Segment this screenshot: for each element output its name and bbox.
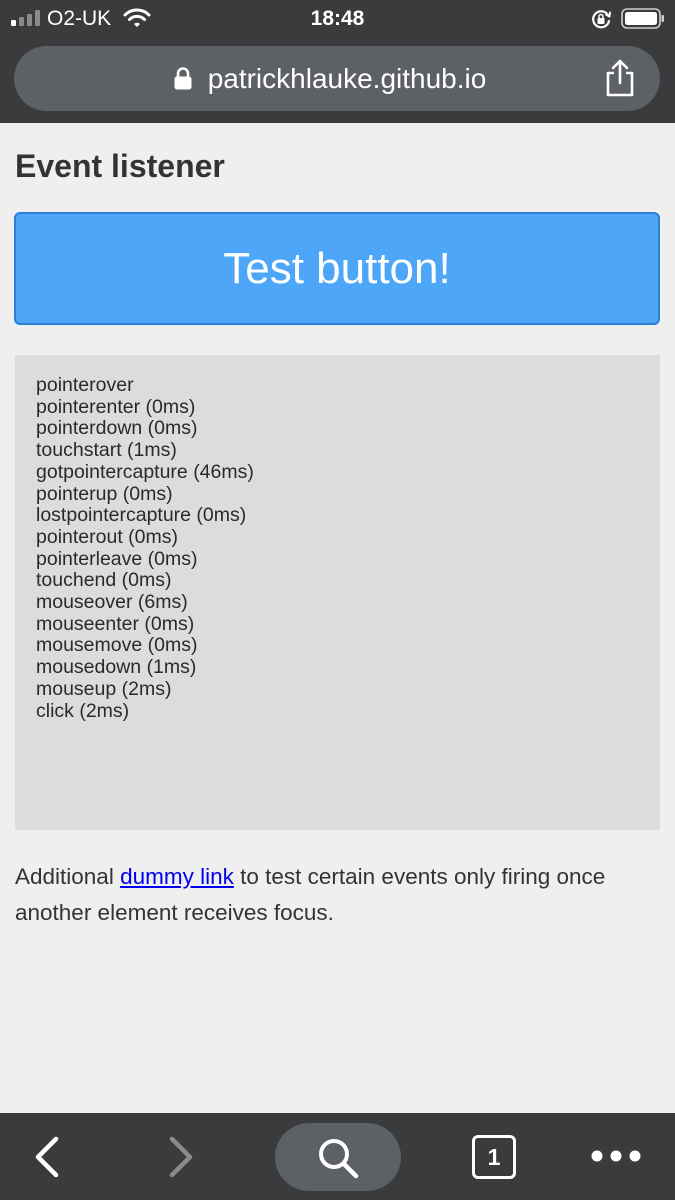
page-title: Event listener — [15, 148, 225, 184]
status-time: 18:48 — [310, 7, 365, 30]
carrier-name: O2-UK — [47, 7, 112, 30]
event-log-item: mouseenter (0ms) — [36, 612, 195, 635]
browser-toolbar: 1 — [0, 1113, 675, 1200]
event-log-item: mousemove (0ms) — [36, 634, 198, 657]
signal-icon — [11, 10, 40, 26]
more-icon[interactable] — [588, 1141, 644, 1171]
forward-icon[interactable] — [160, 1133, 200, 1181]
status-bar: O2-UK 18:48 — [0, 0, 675, 38]
back-icon[interactable] — [28, 1133, 68, 1181]
event-log-item: pointerout (0ms) — [36, 525, 178, 548]
event-log-item: pointerdown (0ms) — [36, 417, 198, 440]
footer-text-before: Additional — [15, 864, 121, 889]
event-log: pointerover pointerenter (0ms) pointerdown… — [15, 355, 660, 830]
event-log-item: gotpointercapture (46ms) — [36, 460, 254, 483]
dummy-link[interactable]: dummy link — [120, 864, 234, 889]
browser-chrome: O2-UK 18:48 patrickhlauke.github.io — [0, 0, 675, 123]
wifi-icon — [123, 8, 151, 27]
event-log-list: pointerover pointerenter (0ms) pointerdown… — [36, 374, 660, 722]
search-icon — [319, 1139, 359, 1179]
share-icon[interactable] — [604, 59, 636, 97]
event-log-item: click (2ms) — [36, 699, 130, 722]
footer-text: Additional dummy link to test certain ev… — [15, 859, 655, 931]
event-log-item: lostpointercapture (0ms) — [36, 504, 247, 527]
lock-icon — [174, 67, 192, 90]
rotation-lock-icon — [592, 10, 611, 29]
event-log-item: mouseup (2ms) — [36, 677, 172, 700]
url-text: patrickhlauke.github.io — [207, 62, 487, 94]
page-content: Event listener Test button! pointerover p… — [0, 123, 675, 1113]
event-log-item: pointerenter (0ms) — [36, 395, 196, 418]
event-log-item: pointerleave (0ms) — [36, 547, 198, 570]
event-log-item: mousedown (1ms) — [36, 656, 197, 679]
event-log-item: touchend (0ms) — [36, 569, 172, 592]
tabs-icon[interactable]: 1 — [472, 1135, 516, 1179]
event-log-item: pointerup (0ms) — [36, 482, 173, 505]
battery-icon — [621, 8, 664, 29]
event-log-item: mouseover (6ms) — [36, 591, 188, 614]
event-log-item: pointerover — [36, 374, 134, 396]
event-log-item: touchstart (1ms) — [36, 439, 177, 462]
address-bar[interactable]: patrickhlauke.github.io — [14, 46, 660, 111]
search-button[interactable] — [275, 1123, 401, 1191]
test-button[interactable]: Test button! — [14, 212, 660, 325]
